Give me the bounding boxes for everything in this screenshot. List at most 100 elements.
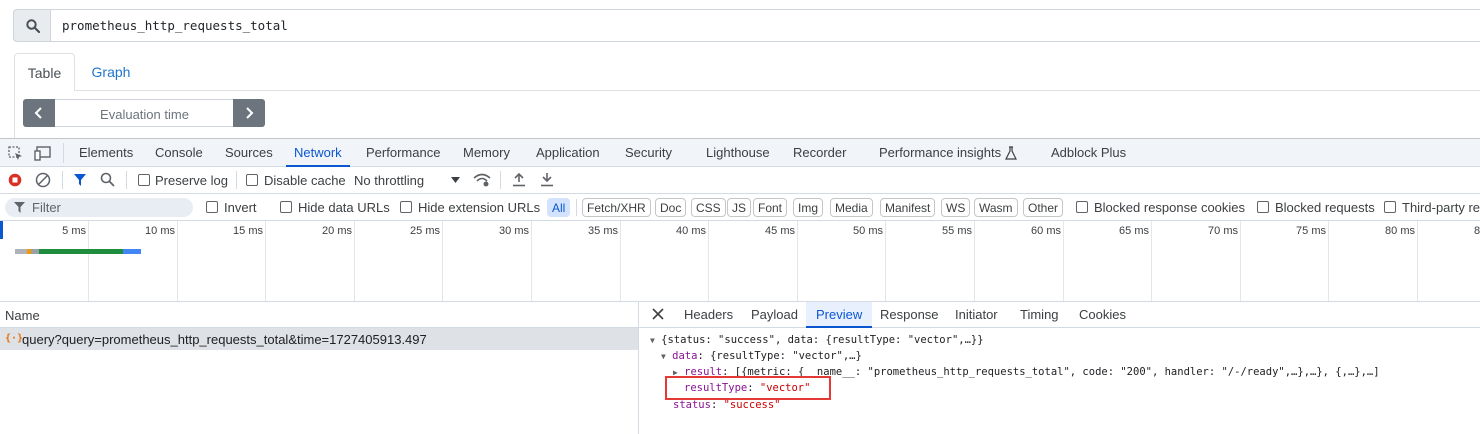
chevron-left-icon (34, 107, 44, 119)
chevron-right-icon (244, 107, 254, 119)
overview-window-handle[interactable] (0, 221, 3, 239)
json-root-node[interactable]: ▼ {status: "success", data: {resultType:… (650, 334, 984, 346)
disable-cache-label: Disable cache (264, 173, 346, 188)
eval-time-prev-button[interactable] (23, 99, 55, 127)
timeline-gridline (177, 221, 178, 301)
timeline-gridline (442, 221, 443, 301)
json-data-node[interactable]: ▼ data: {resultType: "vector",…} (661, 350, 862, 362)
tab-console[interactable]: Console (155, 139, 203, 167)
timeline-tick-label: 80 ms (1385, 225, 1415, 237)
timeline-tick-label: 65 ms (1119, 225, 1149, 237)
timeline-gridline (885, 221, 886, 301)
tab-graph[interactable]: Graph (78, 53, 144, 91)
toolbar-separator (63, 143, 64, 163)
json-key: status (673, 399, 711, 411)
hide-data-urls-label: Hide data URLs (298, 200, 390, 215)
tab-divider (75, 90, 1480, 91)
filter-input[interactable]: Filter (5, 198, 193, 217)
timeline-tick-label: 50 ms (853, 225, 883, 237)
tab-lighthouse[interactable]: Lighthouse (706, 139, 770, 167)
blocked-response-cookies-label: Blocked response cookies (1094, 200, 1246, 215)
hide-extension-urls-checkbox[interactable] (400, 201, 412, 213)
tab-sources[interactable]: Sources (225, 139, 273, 167)
json-status-node[interactable]: status: "success" (673, 399, 781, 411)
preserve-log-checkbox[interactable] (138, 174, 150, 186)
type-filter-doc[interactable]: Doc (655, 198, 687, 217)
tab-timing[interactable]: Timing (1020, 302, 1059, 328)
eval-time-next-button[interactable] (233, 99, 265, 127)
timeline-tick-label: 70 ms (1208, 225, 1238, 237)
tab-adblock-plus[interactable]: Adblock Plus (1051, 139, 1126, 167)
toolbar-separator (236, 171, 237, 189)
third-party-checkbox[interactable] (1384, 201, 1396, 213)
search-icon[interactable] (100, 172, 115, 187)
timeline-gridline (1240, 221, 1241, 301)
timeline-gridline (620, 221, 621, 301)
tab-elements[interactable]: Elements (79, 139, 133, 167)
toolbar-separator (126, 171, 127, 189)
expression-input[interactable]: prometheus_http_requests_total (50, 9, 1480, 42)
tab-headers[interactable]: Headers (684, 302, 733, 328)
toolbar-separator (500, 171, 501, 189)
json-data-summary: {resultType: "vector",…} (710, 350, 862, 362)
type-filter-css[interactable]: CSS (691, 198, 726, 217)
type-filter-other[interactable]: Other (1023, 198, 1064, 217)
tab-network[interactable]: Network (286, 139, 350, 167)
tab-performance-insights[interactable]: Performance insights (879, 139, 1001, 167)
hide-extension-urls-label: Hide extension URLs (418, 200, 541, 215)
invert-checkbox[interactable] (206, 201, 218, 213)
export-har-icon[interactable] (540, 172, 554, 187)
device-toolbar-icon[interactable] (34, 146, 52, 161)
type-filter-img[interactable]: Img (793, 198, 824, 217)
evaluation-time-input[interactable]: Evaluation time (55, 99, 234, 127)
toolbar-separator (62, 171, 63, 189)
tab-cookies[interactable]: Cookies (1079, 302, 1126, 328)
execute-search-button[interactable] (13, 9, 51, 42)
tab-recorder[interactable]: Recorder (793, 139, 846, 167)
type-filter-fetch-xhr[interactable]: Fetch/XHR (582, 198, 651, 217)
type-filter-all[interactable]: All (547, 198, 571, 217)
timeline-gridline (1417, 221, 1418, 301)
inspect-element-icon[interactable] (8, 146, 23, 161)
tab-table[interactable]: Table (14, 53, 75, 91)
import-har-icon[interactable] (512, 172, 526, 187)
type-filter-wasm[interactable]: Wasm (974, 198, 1018, 217)
tab-response[interactable]: Response (880, 302, 939, 328)
type-filter-js[interactable]: JS (727, 198, 752, 217)
throttling-select[interactable]: No throttling (354, 173, 424, 188)
timeline-tick-label: 60 ms (1031, 225, 1061, 237)
timeline-gridline (265, 221, 266, 301)
stop-recording-icon[interactable] (8, 173, 22, 187)
timeline-gridline (797, 221, 798, 301)
type-filter-media[interactable]: Media (830, 198, 873, 217)
network-conditions-icon[interactable] (473, 172, 491, 187)
expanded-triangle-icon: ▼ (661, 352, 666, 361)
json-string-value: "success" (723, 399, 781, 411)
tab-security[interactable]: Security (625, 139, 672, 167)
tab-performance[interactable]: Performance (366, 139, 440, 167)
blocked-requests-checkbox[interactable] (1257, 201, 1269, 213)
close-icon[interactable] (652, 308, 664, 320)
timeline-tick-label: 75 ms (1296, 225, 1326, 237)
toolbar-separator (576, 199, 577, 216)
tab-application[interactable]: Application (536, 139, 600, 167)
blocked-requests-label: Blocked requests (1275, 200, 1375, 215)
clear-icon[interactable] (35, 172, 51, 188)
preserve-log-label: Preserve log (155, 173, 228, 188)
disable-cache-checkbox[interactable] (246, 174, 258, 186)
tab-initiator[interactable]: Initiator (955, 302, 998, 328)
type-filter-manifest[interactable]: Manifest (880, 198, 936, 217)
hide-data-urls-checkbox[interactable] (280, 201, 292, 213)
tab-memory[interactable]: Memory (463, 139, 510, 167)
tab-payload[interactable]: Payload (751, 302, 798, 328)
filter-icon[interactable] (73, 173, 87, 187)
type-filter-font[interactable]: Font (753, 198, 788, 217)
name-column-header[interactable]: Name (0, 302, 639, 328)
tab-preview[interactable]: Preview (806, 302, 873, 328)
request-row[interactable]: query?query=prometheus_http_requests_tot… (0, 328, 639, 350)
expanded-triangle-icon: ▼ (650, 336, 655, 345)
type-filter-ws[interactable]: WS (941, 198, 971, 217)
timeline-tick-label: 30 ms (499, 225, 529, 237)
blocked-response-cookies-checkbox[interactable] (1076, 201, 1088, 213)
timeline-gridline (1063, 221, 1064, 301)
